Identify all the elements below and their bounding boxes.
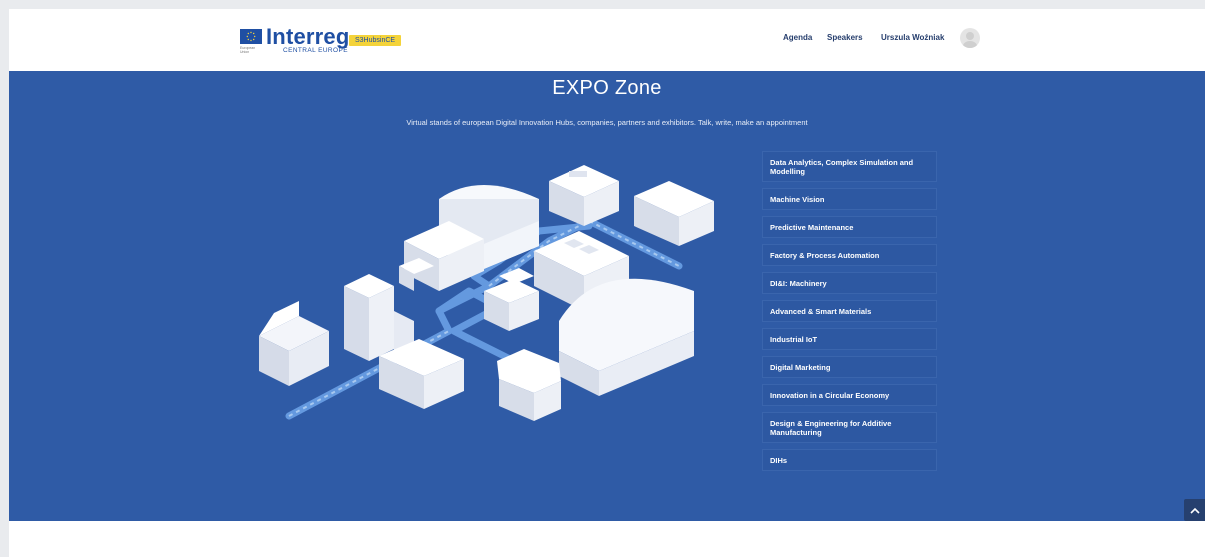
category-item[interactable]: Industrial IoT <box>762 328 937 350</box>
logo-subtitle: CENTRAL EUROPE <box>283 47 348 54</box>
eu-caption: European Union <box>240 46 256 54</box>
category-item[interactable]: Innovation in a Circular Economy <box>762 384 937 406</box>
nav-speakers[interactable]: Speakers <box>827 33 863 42</box>
top-header: European Union Interreg CENTRAL EUROPE S… <box>9 9 1205 71</box>
scroll-to-top-button[interactable] <box>1184 499 1205 521</box>
category-item[interactable]: Design & Engineering for Additive Manufa… <box>762 412 937 443</box>
interreg-logo[interactable]: European Union Interreg CENTRAL EUROPE S… <box>240 24 430 56</box>
chevron-up-icon <box>1189 507 1200 514</box>
isometric-factory-illustration <box>259 165 714 421</box>
page-subtitle: Virtual stands of european Digital Innov… <box>406 118 808 127</box>
category-item[interactable]: Machine Vision <box>762 188 937 210</box>
category-item[interactable]: Predictive Maintenance <box>762 216 937 238</box>
user-avatar-icon[interactable] <box>960 28 980 48</box>
category-item[interactable]: Digital Marketing <box>762 356 937 378</box>
category-item[interactable]: Factory & Process Automation <box>762 244 937 266</box>
expo-hero: EXPO Zone Virtual stands of european Dig… <box>9 71 1205 521</box>
page-title: EXPO Zone <box>552 77 662 99</box>
nav-user-name[interactable]: Urszula Woźniak <box>881 33 944 42</box>
nav-agenda[interactable]: Agenda <box>783 33 812 42</box>
category-item[interactable]: DI&I: Machinery <box>762 272 937 294</box>
category-item[interactable]: Data Analytics, Complex Simulation and M… <box>762 151 937 182</box>
category-item[interactable]: DIHs <box>762 449 937 471</box>
logo-badge: S3HubsinCE <box>349 35 402 46</box>
page-frame: European Union Interreg CENTRAL EUROPE S… <box>9 9 1205 557</box>
eu-flag-icon <box>240 29 262 44</box>
category-item[interactable]: Advanced & Smart Materials <box>762 300 937 322</box>
category-list: Data Analytics, Complex Simulation and M… <box>762 151 937 471</box>
